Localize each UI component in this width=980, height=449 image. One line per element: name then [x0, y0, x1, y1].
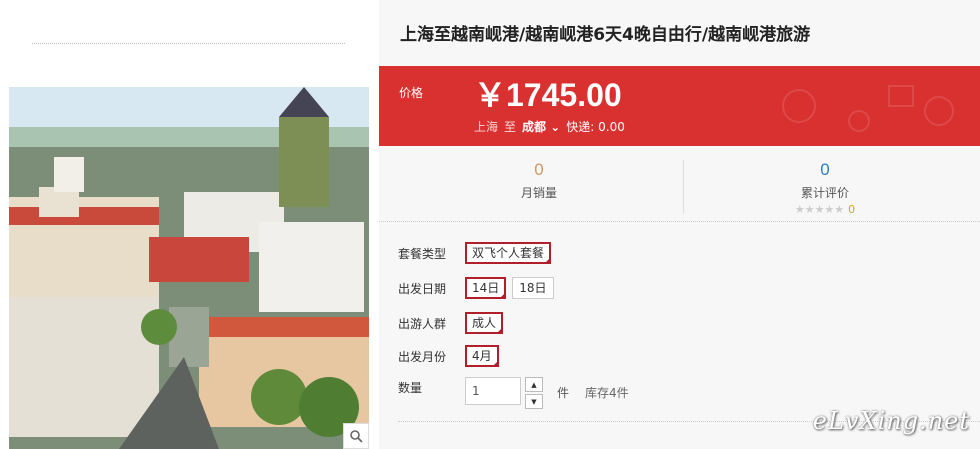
destination-label: 成都	[522, 120, 547, 134]
magnifier-icon	[350, 430, 363, 443]
chip-month-april[interactable]: 4月	[465, 345, 499, 367]
monthly-sales: 0 月销量	[479, 160, 599, 201]
stats-divider	[683, 160, 684, 214]
option-label-depart-date: 出发日期	[398, 281, 447, 296]
shipping-route: 上海 至 成都 ⌄ 快递: 0.00	[474, 118, 625, 135]
star-icons: ★★★★★	[794, 203, 845, 216]
caret-up-icon: ▲	[531, 380, 537, 389]
caret-down-icon: ▼	[531, 397, 537, 406]
increment-button[interactable]: ▲	[525, 377, 543, 392]
chip-date-14[interactable]: 14日	[465, 277, 507, 299]
option-row-travelers: 出游人群 成人	[398, 312, 509, 334]
quantity-input[interactable]	[465, 377, 521, 405]
chip-package-couple[interactable]: 双飞个人套餐	[465, 242, 552, 264]
destination-select[interactable]: 成都 ⌄	[522, 118, 560, 135]
option-row-depart-date: 出发日期 14日 18日	[398, 277, 560, 299]
option-label-package: 套餐类型	[398, 246, 447, 261]
product-info-panel: 上海至越南岘港/越南岘港6天4晚自由行/越南岘港旅游 价格 ￥1745.00 上…	[379, 0, 980, 449]
quantity-unit: 件	[557, 386, 570, 400]
route-to-text: 至	[504, 120, 517, 134]
quantity-label: 数量	[398, 381, 423, 395]
option-label-depart-month: 出发月份	[398, 349, 447, 364]
review-count-value: 0	[820, 160, 830, 179]
quantity-stepper: ▲ ▼	[525, 377, 543, 409]
chip-adult[interactable]: 成人	[465, 312, 504, 334]
rating-score: 0	[848, 203, 856, 216]
review-count[interactable]: 0 累计评价 ★★★★★ 0	[765, 160, 885, 216]
stock-text: 库存4件	[585, 386, 629, 400]
option-row-quantity: 数量 ▲ ▼ 件 库存4件	[398, 377, 629, 409]
product-title: 上海至越南岘港/越南岘港6天4晚自由行/越南岘港旅游	[400, 25, 811, 45]
chip-date-18[interactable]: 18日	[512, 277, 554, 299]
chevron-down-icon: ⌄	[550, 120, 561, 134]
price-label: 价格	[399, 86, 424, 100]
option-label-travelers: 出游人群	[398, 316, 447, 331]
city-photo-illustration	[9, 87, 369, 449]
stats-bar: 0 月销量 0 累计评价 ★★★★★ 0	[379, 146, 980, 222]
site-watermark: eLvXing.net	[812, 407, 970, 435]
review-count-label: 累计评价	[800, 186, 849, 200]
express-fee: 快递: 0.00	[566, 120, 625, 134]
zoom-button[interactable]	[343, 423, 369, 449]
option-row-depart-month: 出发月份 4月	[398, 345, 505, 367]
route-origin: 上海	[474, 120, 499, 134]
price-value: ￥1745.00	[474, 77, 622, 113]
monthly-sales-value: 0	[534, 160, 544, 179]
decrement-button[interactable]: ▼	[525, 394, 543, 409]
product-photo[interactable]	[9, 87, 369, 449]
left-divider	[32, 43, 345, 44]
price-panel: 价格 ￥1745.00 上海 至 成都 ⌄ 快递: 0.00	[379, 66, 980, 146]
rating-stars: ★★★★★ 0	[765, 203, 885, 216]
price-panel-pattern	[782, 85, 954, 132]
option-row-package: 套餐类型 双飞个人套餐	[398, 242, 557, 264]
monthly-sales-label: 月销量	[520, 186, 557, 200]
